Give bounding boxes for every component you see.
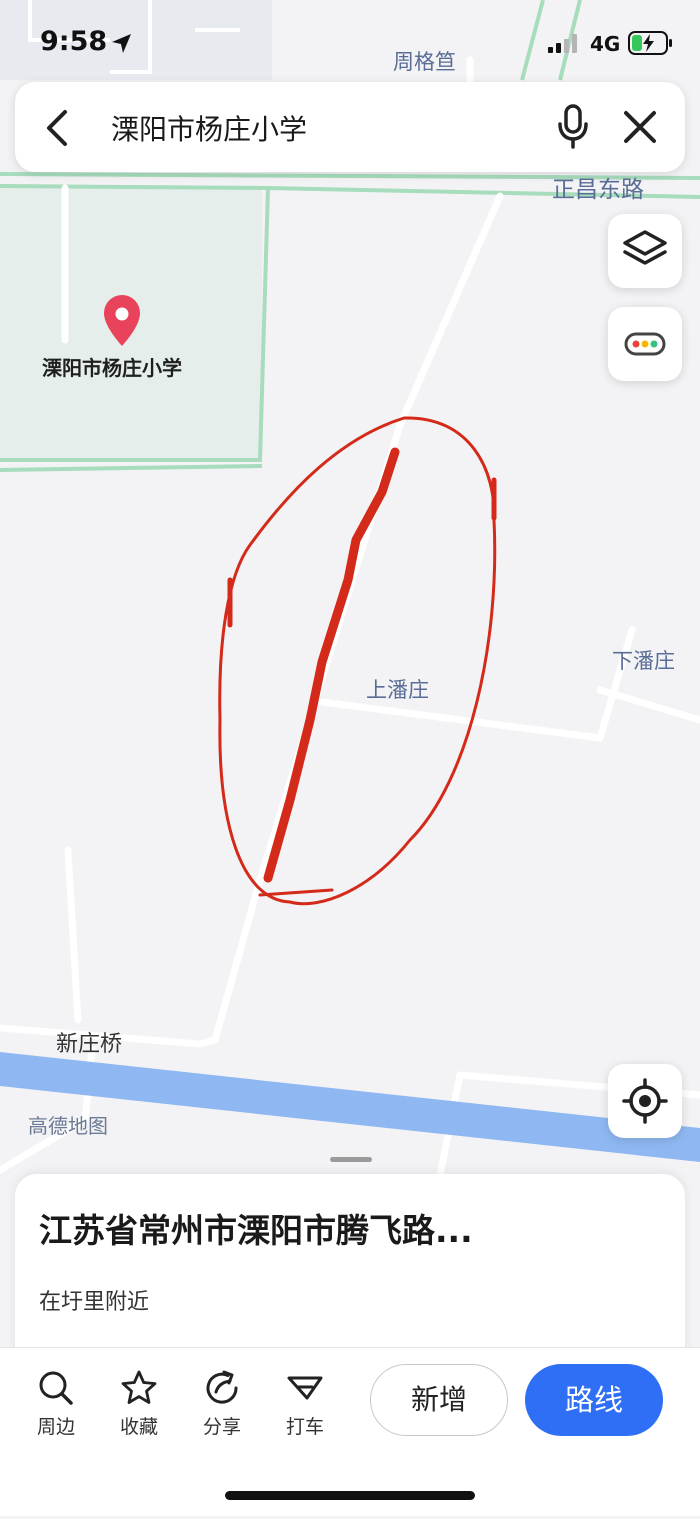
location-arrow-icon (112, 34, 131, 53)
locate-me-icon (622, 1078, 668, 1124)
place-subtitle: 在圩里附近 (39, 1290, 150, 1315)
campus-boundary-outer (0, 464, 263, 472)
add-button[interactable]: 新增 (370, 1364, 508, 1436)
favorite-button[interactable]: 收藏 (104, 1368, 174, 1439)
locate-me-button[interactable] (608, 1064, 682, 1138)
favorite-label: 收藏 (119, 1416, 158, 1438)
red-annotation (218, 416, 497, 906)
map-watermark: 高德地图 (28, 1114, 108, 1138)
star-icon (121, 1370, 157, 1404)
road-shangpan (318, 698, 604, 742)
nearby-label: 周边 (36, 1416, 75, 1438)
road-east (596, 686, 700, 724)
share-label: 分享 (202, 1416, 241, 1438)
bottom-toolbar: 周边 收藏 分享 打车 新增 路线 (0, 1347, 700, 1516)
nearby-button[interactable]: 周边 (21, 1368, 91, 1439)
home-indicator[interactable] (225, 1491, 475, 1500)
search-bar[interactable]: 溧阳市杨庄小学 (15, 82, 685, 172)
place-label-xinzhuangqiao[interactable]: 新庄桥 (56, 1026, 122, 1058)
road-small-west (64, 846, 82, 1024)
road-label-zhengchang[interactable]: 正昌东路 (552, 170, 644, 204)
search-query[interactable]: 溧阳市杨庄小学 (111, 108, 307, 148)
status-bar: 9:58 4G (0, 0, 700, 80)
place-address: 江苏省常州市溧阳市腾飞路... (39, 1211, 473, 1250)
place-label-xiapanzhuang[interactable]: 下潘庄 (612, 645, 675, 675)
network-type: 4G (590, 32, 621, 56)
layers-icon (623, 230, 667, 265)
back-chevron-icon[interactable] (41, 108, 77, 148)
sheet-drag-handle[interactable] (330, 1157, 372, 1162)
poi-label[interactable]: 溧阳市杨庄小学 (42, 352, 182, 381)
signal-icon (548, 34, 577, 53)
river (0, 1052, 700, 1162)
share-button[interactable]: 分享 (187, 1368, 257, 1439)
search-icon (39, 1371, 73, 1405)
traffic-button[interactable] (608, 307, 682, 381)
share-icon (206, 1370, 238, 1404)
taxi-icon (287, 1376, 323, 1400)
layers-button[interactable] (608, 214, 682, 288)
battery-charging-icon (628, 31, 672, 55)
status-time: 9:58 (40, 26, 108, 57)
close-icon[interactable] (621, 108, 659, 146)
traffic-icon (624, 332, 666, 356)
microphone-icon[interactable] (555, 104, 591, 150)
place-label-shangpanzhuang[interactable]: 上潘庄 (366, 674, 429, 704)
taxi-label: 打车 (285, 1416, 324, 1438)
route-button[interactable]: 路线 (525, 1364, 663, 1436)
taxi-button[interactable]: 打车 (270, 1368, 340, 1439)
